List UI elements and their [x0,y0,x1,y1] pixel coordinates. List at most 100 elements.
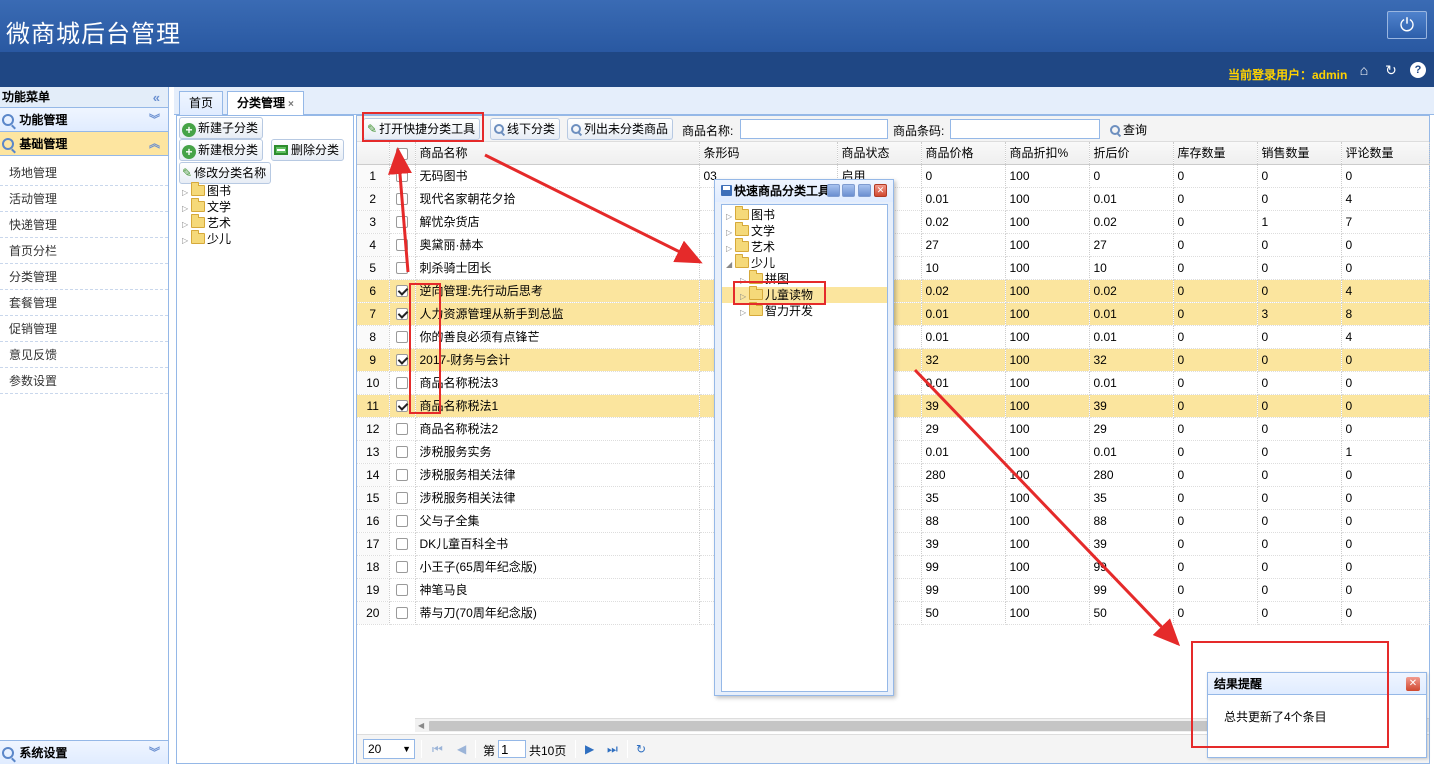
select-all-checkbox-cell[interactable] [389,142,416,165]
row-checkbox[interactable] [396,515,408,528]
current-page-input[interactable] [498,740,526,758]
sidebar-item[interactable]: 参数设置 [0,368,168,394]
sidebar-item[interactable]: 场地管理 [0,160,168,186]
sidebar-item[interactable]: 活动管理 [0,186,168,212]
barcode-input[interactable] [950,119,1100,139]
dialog-tree-node[interactable]: ▷ 文学 [726,222,775,239]
row-checkbox-cell[interactable] [389,509,416,533]
row-checkbox[interactable] [396,285,408,298]
col-header-barcode[interactable]: 条形码 [699,142,838,165]
row-checkbox-cell[interactable] [389,210,416,234]
close-icon[interactable]: ✕ [1406,677,1420,691]
delete-category-button[interactable]: 删除分类 [271,139,345,161]
col-header-name[interactable]: 商品名称 [415,142,700,165]
dialog-tree-node[interactable]: ▷ 儿童读物 [740,286,813,303]
expand-arrow-icon[interactable]: ◢ [726,257,735,273]
row-checkbox-cell[interactable] [389,463,416,487]
col-header-final-price[interactable]: 折后价 [1089,142,1174,165]
new-child-category-button[interactable]: + 新建子分类 [179,117,264,139]
col-header-comments[interactable]: 评论数量 [1341,142,1430,165]
dialog-tree-node[interactable]: ▷ 艺术 [726,238,775,255]
chevron-down-icon[interactable]: ︾ [149,741,160,765]
row-checkbox-cell[interactable] [389,302,416,326]
home-icon[interactable]: ⌂ [1356,62,1372,78]
row-checkbox[interactable] [396,170,408,183]
row-checkbox-cell[interactable] [389,233,416,257]
row-checkbox[interactable] [396,377,408,390]
tree-node[interactable]: ▷ 图书 [182,182,231,199]
row-checkbox[interactable] [396,262,408,275]
dialog-tree-node[interactable]: ▷ 图书 [726,206,775,223]
row-checkbox-cell[interactable] [389,417,416,441]
accordion-basic-mgmt[interactable]: 基础管理 ︽ [0,132,168,156]
product-name-input[interactable] [740,119,888,139]
next-page-icon[interactable]: ▶ [585,741,594,757]
dialog-tree-node[interactable]: ▷ 智力开发 [740,302,813,321]
offline-category-button[interactable]: 线下分类 [490,118,561,140]
row-checkbox-cell[interactable] [389,187,416,211]
rename-category-button[interactable]: ✎ 修改分类名称 [179,162,272,184]
collapse-sidebar-icon[interactable]: « [153,87,160,108]
tree-node[interactable]: ▷ 文学 [182,198,231,215]
refresh-icon[interactable]: ↻ [1383,62,1399,78]
expand-arrow-icon[interactable]: ▷ [740,305,749,321]
col-header-price[interactable]: 商品价格 [921,142,1006,165]
search-button[interactable]: 查询 [1110,121,1147,138]
row-checkbox[interactable] [396,216,408,229]
sidebar-item[interactable]: 首页分栏 [0,238,168,264]
row-checkbox[interactable] [396,561,408,574]
row-checkbox-cell[interactable] [389,601,416,625]
prev-page-icon[interactable]: ◀ [457,741,466,757]
scrollbar-thumb[interactable] [429,721,1309,731]
row-checkbox[interactable] [396,193,408,206]
sidebar-item[interactable]: 分类管理 [0,264,168,290]
first-page-icon[interactable]: ⏮ [432,741,443,757]
chevron-down-icon[interactable]: ︾ [149,108,160,132]
row-checkbox-cell[interactable] [389,325,416,349]
row-checkbox-cell[interactable] [389,394,416,418]
accordion-system-settings[interactable]: 系统设置 ︾ [0,740,168,764]
scroll-left-icon[interactable]: ◀ [418,719,424,733]
row-checkbox[interactable] [396,400,408,413]
new-root-category-button[interactable]: + 新建根分类 [179,139,264,161]
row-checkbox-cell[interactable] [389,164,416,188]
tab-home[interactable]: 首页 [179,91,224,115]
row-checkbox[interactable] [396,492,408,505]
dialog-tree-node[interactable]: ◢ 少儿 [726,254,775,273]
sidebar-item[interactable]: 套餐管理 [0,290,168,316]
expand-arrow-icon[interactable]: ▷ [182,233,191,249]
col-header-sold[interactable]: 销售数量 [1257,142,1342,165]
dialog-titlebar[interactable]: 快速商品分类工具 ✕ [715,180,893,202]
row-checkbox[interactable] [396,538,408,551]
row-checkbox[interactable] [396,584,408,597]
maximize-window-icon[interactable] [858,184,871,197]
row-checkbox-cell[interactable] [389,279,416,303]
row-checkbox[interactable] [396,423,408,436]
tree-node[interactable]: ▷ 艺术 [182,214,231,231]
col-header-status[interactable]: 商品状态 [837,142,922,165]
row-checkbox-cell[interactable] [389,256,416,280]
accordion-function-mgmt[interactable]: 功能管理 ︾ [0,108,168,132]
sidebar-item[interactable]: 促销管理 [0,316,168,342]
row-checkbox[interactable] [396,239,408,252]
collapse-window-icon[interactable] [827,184,840,197]
tree-node[interactable]: ▷ 少儿 [182,230,231,249]
logout-power-button[interactable]: ⏻ [1387,11,1427,39]
row-checkbox-cell[interactable] [389,371,416,395]
tab-category-mgmt[interactable]: 分类管理 × [227,91,304,116]
row-checkbox-cell[interactable] [389,532,416,556]
row-checkbox[interactable] [396,607,408,620]
last-page-icon[interactable]: ⏭ [607,741,618,757]
sidebar-item[interactable]: 意见反馈 [0,342,168,368]
col-header-stock[interactable]: 库存数量 [1173,142,1258,165]
row-checkbox[interactable] [396,331,408,344]
open-quick-category-tool-button[interactable]: ✎ 打开快捷分类工具 [363,118,481,140]
row-checkbox-cell[interactable] [389,348,416,372]
row-checkbox[interactable] [396,308,408,321]
help-icon[interactable]: ? [1410,62,1426,78]
row-checkbox[interactable] [396,469,408,482]
chevron-up-icon[interactable]: ︽ [149,132,160,156]
minimize-window-icon[interactable] [842,184,855,197]
close-tab-icon[interactable]: × [288,99,294,110]
row-checkbox-cell[interactable] [389,555,416,579]
